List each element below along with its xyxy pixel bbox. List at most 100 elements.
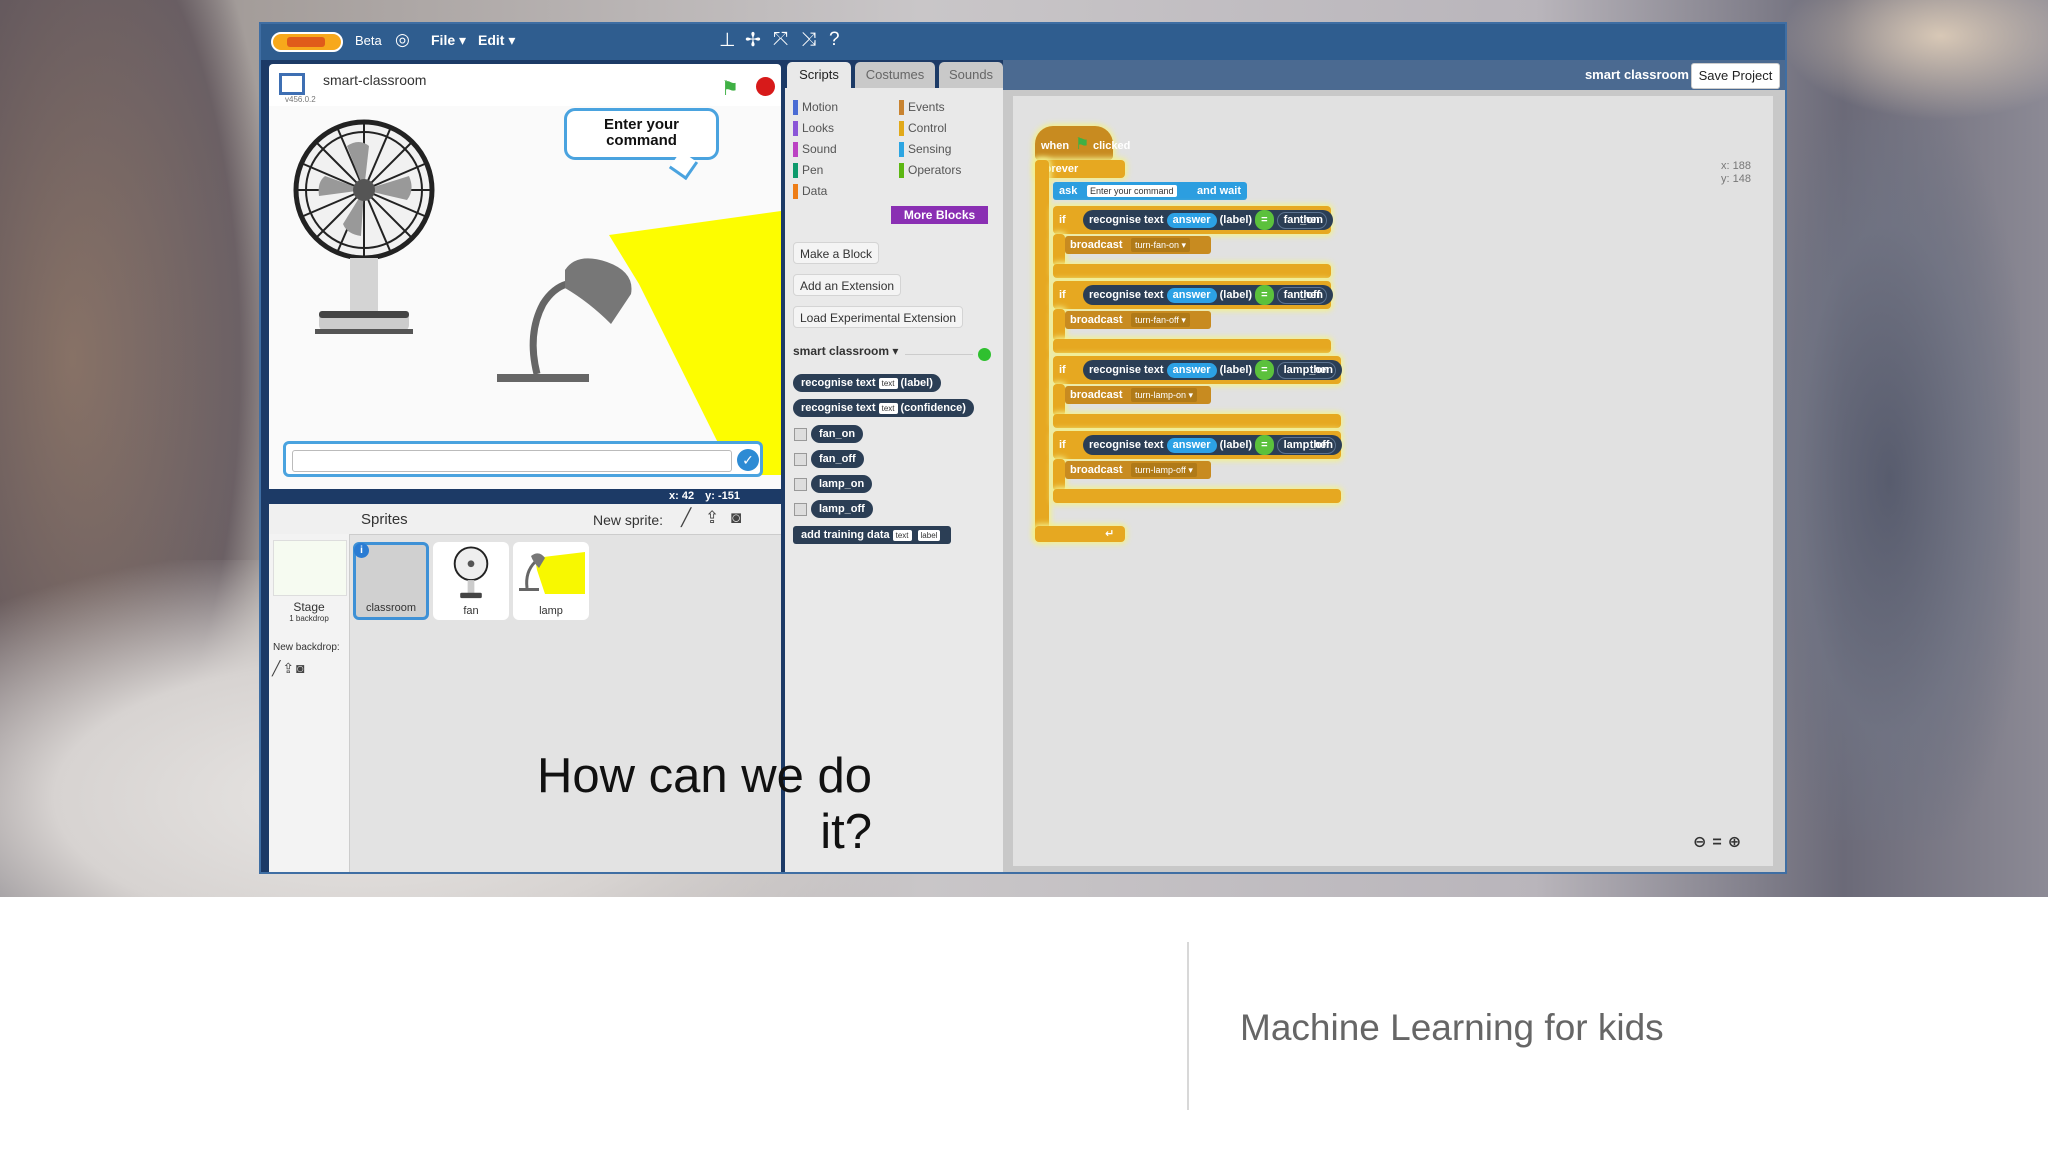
grow-icon[interactable]: ⤧ xyxy=(773,29,788,51)
block-recognise-confidence[interactable]: recognise text text (confidence) xyxy=(793,399,974,417)
file-menu[interactable]: File ▾ xyxy=(431,32,466,49)
load-experimental-extension-button[interactable]: Load Experimental Extension xyxy=(793,306,964,328)
if-header[interactable]: if recognise text answer (label) = fan_on… xyxy=(1053,206,1333,234)
answer-reporter[interactable]: answer xyxy=(1166,438,1217,453)
block-label-fan-off[interactable]: fan_off xyxy=(811,450,864,468)
camera-sprite-icon[interactable]: ◙ xyxy=(731,508,741,528)
sprite-classroom[interactable]: i classroom xyxy=(353,542,429,620)
zoom-out-icon[interactable]: ⊖ xyxy=(1693,834,1712,851)
block-recognise-label[interactable]: recognise text text (label) xyxy=(793,374,941,392)
block-label-lamp-on[interactable]: lamp_on xyxy=(811,475,873,493)
checkbox-lamp-off[interactable] xyxy=(794,503,807,516)
broadcast-block[interactable]: broadcast turn-fan-on ▾ xyxy=(1065,236,1211,254)
duplicate-icon[interactable]: ⊥ xyxy=(719,29,736,52)
broadcast-block[interactable]: broadcast turn-lamp-on ▾ xyxy=(1065,386,1211,404)
category-motion[interactable]: Motion xyxy=(793,100,838,115)
make-a-block-button[interactable]: Make a Block xyxy=(793,242,880,264)
answer-input[interactable] xyxy=(292,450,732,472)
category-more-blocks[interactable]: More Blocks xyxy=(891,206,988,224)
if-footer xyxy=(1053,264,1331,278)
ask-and-wait-block[interactable]: ask Enter your command and wait xyxy=(1053,182,1247,200)
save-project-button[interactable]: Save Project xyxy=(1691,63,1780,89)
sprite-pane-header: Sprites New sprite: ╱ ⇪ ◙ xyxy=(269,504,781,535)
tab-sounds[interactable]: Sounds xyxy=(939,62,1003,88)
info-icon[interactable]: i xyxy=(354,543,369,558)
broadcast-message-dropdown[interactable]: turn-fan-off ▾ xyxy=(1131,313,1190,327)
upload-sprite-icon[interactable]: ⇪ xyxy=(705,508,719,528)
recognise-condition[interactable]: recognise text answer (label) = fan_on xyxy=(1083,210,1333,230)
broadcast-message-dropdown[interactable]: turn-fan-on ▾ xyxy=(1131,238,1191,252)
block-label-fan-on[interactable]: fan_on xyxy=(811,425,864,443)
equals-operator[interactable]: = xyxy=(1255,435,1274,455)
if-arm xyxy=(1053,234,1065,266)
sprite-lamp[interactable]: lamp xyxy=(513,542,589,620)
zoom-controls[interactable]: ⊖=⊕ xyxy=(1693,832,1747,852)
if-footer xyxy=(1053,339,1331,353)
sprite-fan[interactable]: fan xyxy=(433,542,509,620)
scratchx-logo[interactable] xyxy=(271,32,343,52)
zoom-reset-icon[interactable]: = xyxy=(1712,834,1727,851)
recognise-condition[interactable]: recognise text answer (label) = fan_off xyxy=(1083,285,1334,305)
category-sensing[interactable]: Sensing xyxy=(899,142,951,157)
category-operators[interactable]: Operators xyxy=(899,163,961,178)
recognise-condition[interactable]: recognise text answer (label) = lamp_on xyxy=(1083,360,1342,380)
stage-name: Stage xyxy=(293,600,325,614)
fullscreen-icon[interactable] xyxy=(279,73,305,95)
extension-name[interactable]: smart classroom ▾ xyxy=(793,344,898,358)
if-header[interactable]: if recognise text answer (label) = fan_of… xyxy=(1053,281,1334,309)
equals-operator[interactable]: = xyxy=(1255,285,1274,305)
tab-scripts[interactable]: Scripts xyxy=(787,62,851,88)
tab-costumes[interactable]: Costumes xyxy=(855,62,935,88)
menu-bar: Beta ◎ File ▾ Edit ▾ ⊥ ✢ ⤧ ⤨ ? xyxy=(261,24,1785,60)
equals-operator[interactable]: = xyxy=(1255,210,1274,230)
answer-reporter[interactable]: answer xyxy=(1166,213,1217,228)
scripts-area[interactable]: x: 188 y: 148 when ⚑ clicked forever ↵ as… xyxy=(1003,90,1785,872)
stop-icon[interactable] xyxy=(756,77,775,96)
sprites-label: Sprites xyxy=(361,511,408,528)
mouse-coords: x: 42 y: -151 xyxy=(661,490,740,502)
checkbox-fan-off[interactable] xyxy=(794,453,807,466)
block-label-lamp-off[interactable]: lamp_off xyxy=(811,500,873,518)
category-control[interactable]: Control xyxy=(899,121,947,136)
ask-prompt-box: ✓ xyxy=(283,441,763,477)
stage-backdrop-count: 1 backdrop xyxy=(289,614,329,623)
category-sound[interactable]: Sound xyxy=(793,142,837,157)
equals-operator[interactable]: = xyxy=(1255,360,1274,380)
category-events[interactable]: Events xyxy=(899,100,945,115)
recognise-condition[interactable]: recognise text answer (label) = lamp_off xyxy=(1083,435,1343,455)
answer-reporter[interactable]: answer xyxy=(1166,288,1217,303)
forever-arm xyxy=(1035,160,1049,540)
if-header[interactable]: if recognise text answer (label) = lamp_o… xyxy=(1053,356,1342,384)
category-looks[interactable]: Looks xyxy=(793,121,834,136)
globe-icon[interactable]: ◎ xyxy=(395,30,410,50)
zoom-in-icon[interactable]: ⊕ xyxy=(1728,834,1747,851)
scripts-canvas[interactable]: x: 188 y: 148 when ⚑ clicked forever ↵ as… xyxy=(1013,96,1773,866)
paint-sprite-icon[interactable]: ╱ xyxy=(681,508,691,528)
category-pen[interactable]: Pen xyxy=(793,163,823,178)
if-header[interactable]: if recognise text answer (label) = lamp_o… xyxy=(1053,431,1343,459)
category-data[interactable]: Data xyxy=(793,184,827,199)
broadcast-message-dropdown[interactable]: turn-lamp-on ▾ xyxy=(1131,388,1198,402)
stage-thumbnail[interactable] xyxy=(273,540,347,596)
help-icon[interactable]: ? xyxy=(829,29,840,51)
stage-canvas[interactable]: Enter your command ✓ xyxy=(269,106,781,489)
broadcast-block[interactable]: broadcast turn-fan-off ▾ xyxy=(1065,311,1211,329)
block-add-training-data[interactable]: add training data text label xyxy=(793,526,952,544)
new-backdrop-icons[interactable]: ╱⇪◙ xyxy=(272,660,307,677)
broadcast-message-dropdown[interactable]: turn-lamp-off ▾ xyxy=(1131,463,1197,477)
answer-reporter[interactable]: answer xyxy=(1166,363,1217,378)
checkbox-lamp-on[interactable] xyxy=(794,478,807,491)
fan-sprite[interactable] xyxy=(289,116,439,341)
cut-icon[interactable]: ✢ xyxy=(745,29,761,52)
shrink-icon[interactable]: ⤨ xyxy=(801,29,816,51)
check-icon[interactable]: ✓ xyxy=(737,449,759,471)
lamp-sprite[interactable] xyxy=(497,244,657,384)
broadcast-block[interactable]: broadcast turn-lamp-off ▾ xyxy=(1065,461,1211,479)
when-flag-clicked-block[interactable]: when ⚑ clicked xyxy=(1035,126,1130,160)
stage-header: smart-classroom v456.0.2 ⚑ xyxy=(269,64,781,106)
checkbox-fan-on[interactable] xyxy=(794,428,807,441)
green-flag-icon[interactable]: ⚑ xyxy=(721,76,739,101)
sprite-name: lamp xyxy=(539,605,563,617)
edit-menu[interactable]: Edit ▾ xyxy=(478,32,515,49)
add-extension-button[interactable]: Add an Extension xyxy=(793,274,902,296)
